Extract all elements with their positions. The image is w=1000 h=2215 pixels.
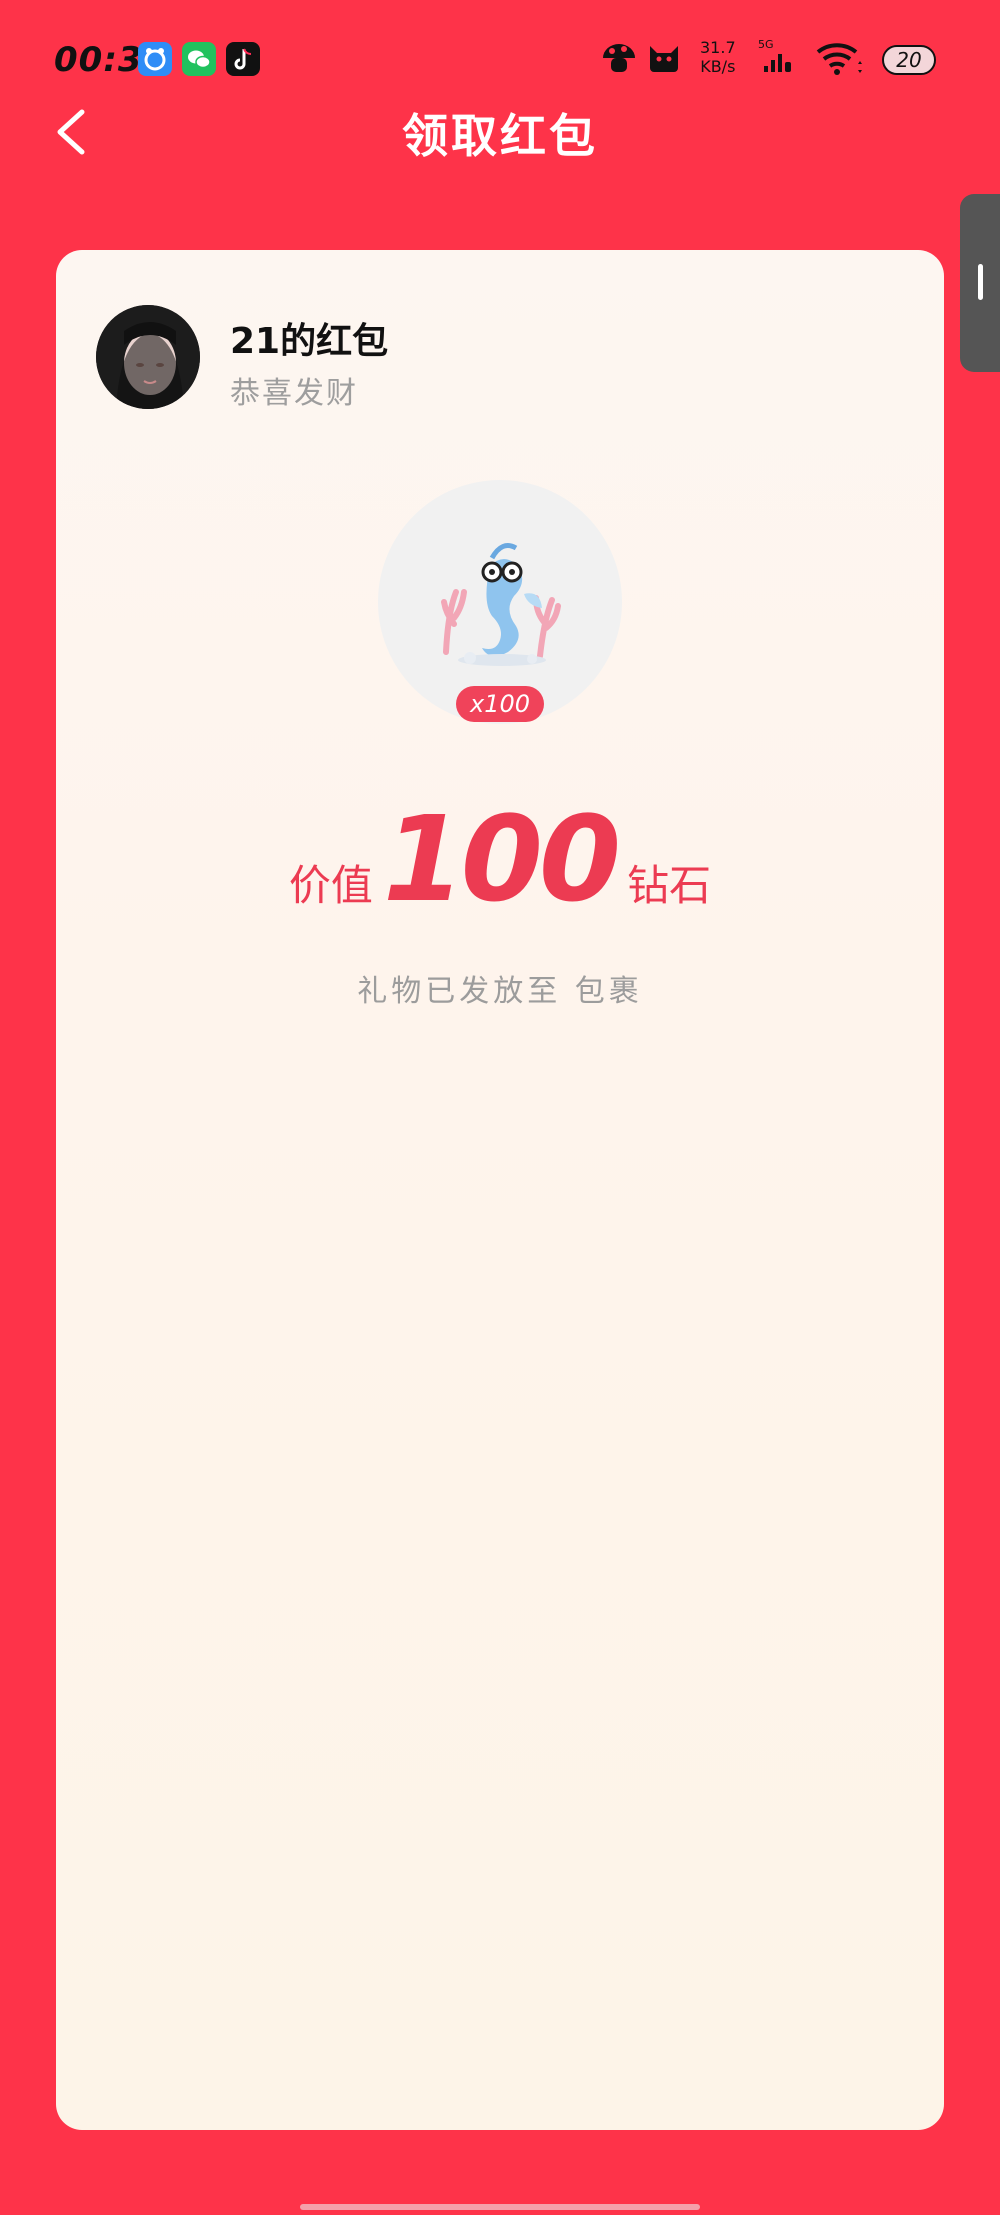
gift-count-badge: x100	[456, 686, 544, 722]
home-indicator[interactable]	[300, 2204, 700, 2210]
network-speed-unit: KB/s	[700, 57, 736, 76]
page-title: 领取红包	[402, 109, 598, 163]
value-prefix: 价值	[288, 861, 373, 910]
tiktok-icon	[226, 42, 260, 76]
wifi-icon	[814, 40, 864, 84]
value-row: 价值100 钻石	[56, 790, 944, 928]
signal-icon: 5G	[756, 38, 796, 82]
value-suffix: 钻石	[627, 861, 712, 910]
cat-icon	[646, 40, 682, 80]
value-amount: 100	[382, 790, 621, 928]
delivered-text: 礼物已发放至 包裹	[357, 974, 643, 1009]
network-speed: 31.7 KB/s	[700, 38, 736, 76]
sender-avatar[interactable]	[96, 305, 200, 409]
greeting-text: 恭喜发财	[230, 376, 358, 411]
baidu-netdisk-icon	[138, 42, 172, 76]
signal-label: 5G	[758, 38, 774, 51]
battery-indicator: 20	[882, 45, 936, 75]
status-bar: 00:31 31.7 KB/s 5G 20	[0, 0, 1000, 110]
mushroom-icon	[600, 40, 638, 80]
red-packet-card: 21的红包 恭喜发财 x100 价值100 钻石 礼物已发放至 包裹	[56, 250, 944, 2130]
seahorse-gift-icon	[441, 543, 561, 666]
wechat-icon	[182, 42, 216, 76]
sender-name: 21的红包	[230, 321, 389, 362]
network-speed-value: 31.7	[700, 38, 736, 57]
side-floating-handle[interactable]	[960, 194, 1000, 372]
handle-bar	[978, 264, 983, 300]
